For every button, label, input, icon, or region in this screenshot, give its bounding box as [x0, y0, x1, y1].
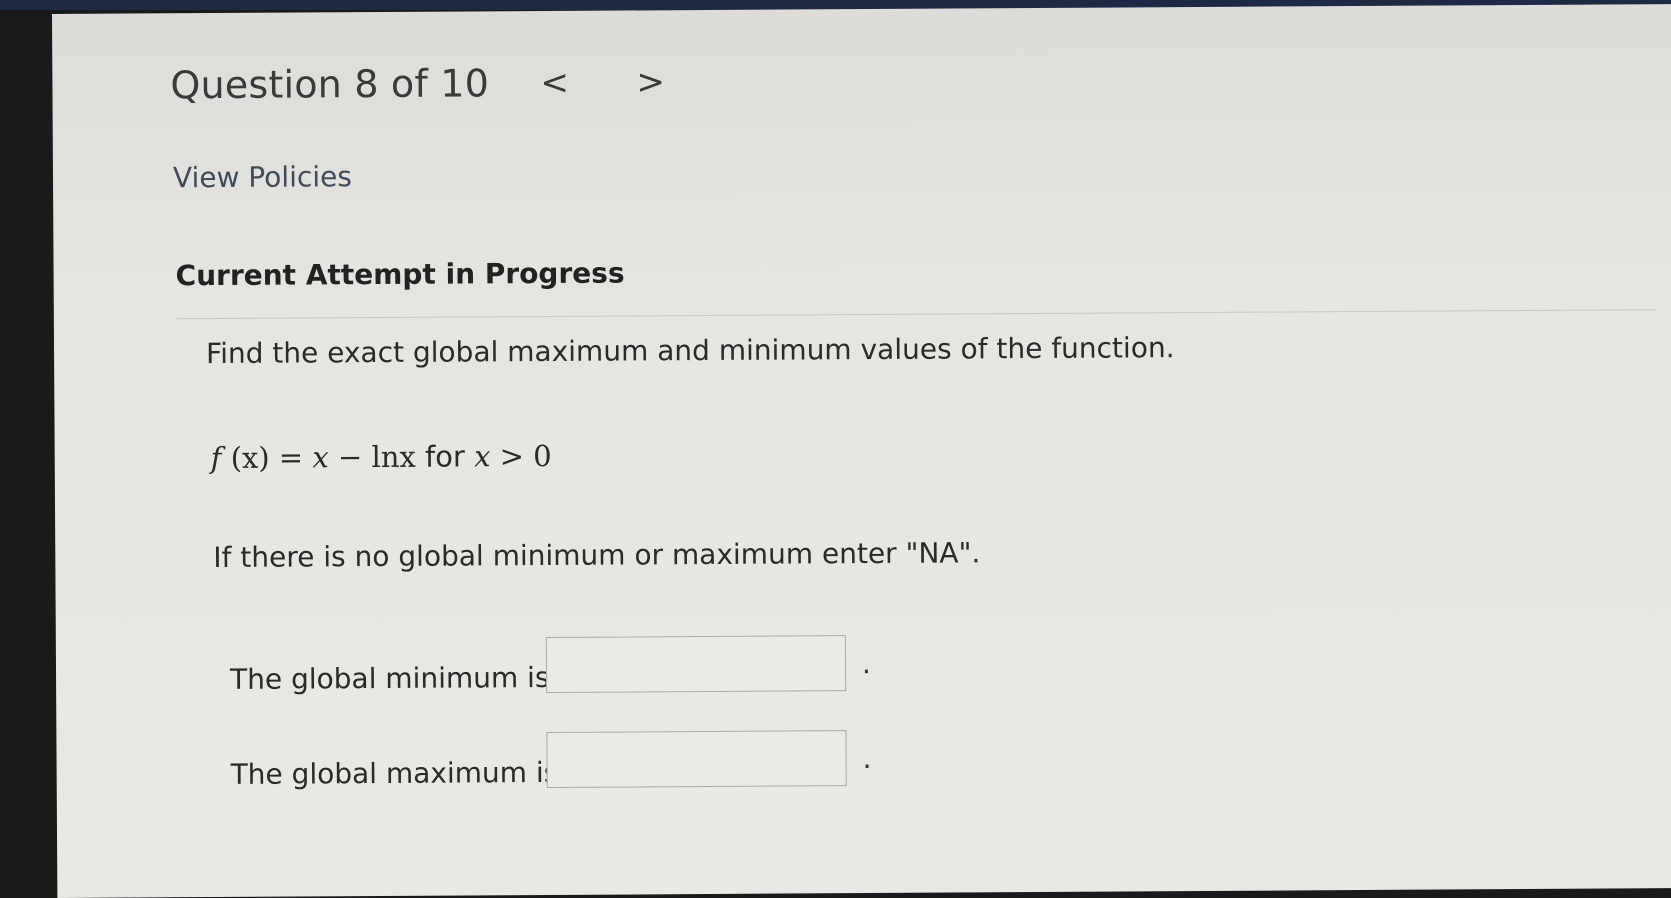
function-formula: f (x) = x − lnx for x > 0 — [211, 439, 552, 475]
na-instruction: If there is no global minimum or maximum… — [213, 536, 981, 575]
formula-eq: = — [278, 440, 313, 475]
period-min: . — [861, 647, 871, 681]
question-page: Question 8 of 10 < > View Policies Curre… — [52, 4, 1671, 898]
question-counter: Question 8 of 10 — [170, 61, 490, 108]
photo-frame: Question 8 of 10 < > View Policies Curre… — [0, 0, 1671, 898]
formula-f: f — [210, 440, 222, 476]
global-minimum-label: The global minimum is — [229, 660, 550, 696]
attempt-status: Current Attempt in Progress — [175, 256, 625, 293]
previous-question-button[interactable]: < — [540, 63, 569, 103]
divider — [175, 309, 1656, 320]
global-maximum-input[interactable] — [546, 730, 847, 788]
formula-for: for — [424, 439, 475, 474]
formula-minus: − — [328, 440, 372, 475]
formula-x2: x — [474, 439, 491, 474]
question-prompt: Find the exact global maximum and minimu… — [205, 331, 1175, 371]
global-minimum-input[interactable] — [545, 635, 847, 693]
global-maximum-label: The global maximum is — [230, 755, 559, 791]
formula-arg: (x) — [221, 440, 279, 475]
period-max: . — [862, 742, 872, 776]
formula-ln: lnx — [371, 439, 426, 475]
view-policies-link[interactable]: View Policies — [173, 160, 352, 194]
next-question-button[interactable]: > — [636, 62, 665, 102]
formula-x: x — [312, 440, 329, 475]
formula-gt: > 0 — [490, 438, 552, 474]
